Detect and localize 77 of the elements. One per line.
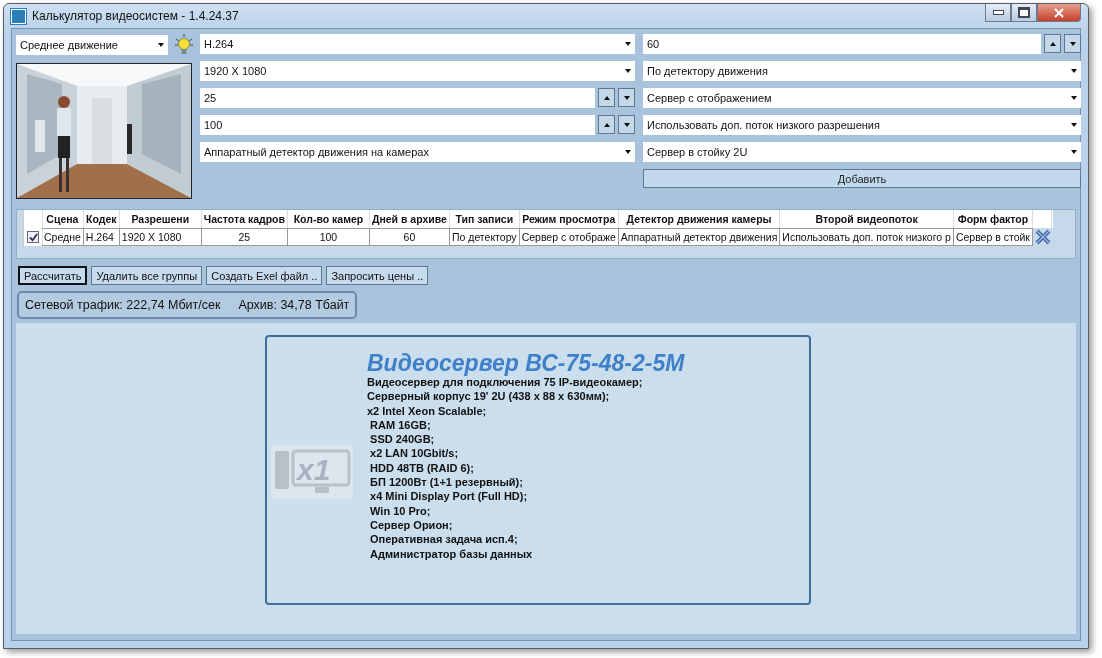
table-cell: 60 (369, 228, 450, 246)
column-header[interactable]: Сцена (42, 210, 84, 228)
column-header[interactable]: Кодек (83, 210, 120, 228)
action-button[interactable]: Создать Exel файл .. (206, 266, 323, 285)
spec-line: Серверный корпус 19' 2U (438 x 88 x 630мм); (367, 389, 611, 404)
column-header[interactable]: Форм фактор (953, 210, 1033, 228)
decrement-button[interactable] (618, 88, 635, 107)
decrement-button[interactable] (1064, 34, 1081, 53)
table-cell: Сервер в стойк (953, 228, 1033, 246)
table-cell: Средне (42, 228, 84, 246)
spec-line: x2 LAN 10Gbit/s; (369, 446, 460, 461)
table-cell: 100 (287, 228, 370, 246)
number-field[interactable]: 60 (643, 34, 1041, 54)
dropdown[interactable]: Сервер с отображением (643, 88, 1081, 108)
column-header[interactable]: Дней в архиве (369, 210, 450, 228)
column-header[interactable]: Тип записи (449, 210, 520, 228)
checkbox[interactable] (27, 231, 39, 243)
spec-line: HDD 48TB (RAID 6); (369, 460, 475, 476)
scene-dropdown[interactable]: Среднее движение (16, 35, 168, 55)
column-header[interactable]: Кол-во камер (287, 210, 370, 228)
spec-line: Win 10 Pro; (369, 503, 432, 518)
action-button[interactable]: Запросить цены .. (326, 266, 429, 285)
caret-icon (625, 69, 631, 73)
spec-line: x2 Intel Xeon Scalable; (367, 403, 488, 418)
maximize-button[interactable] (1011, 4, 1037, 22)
spec-line: Администратор базы данных (369, 546, 534, 561)
table-cell: Сервер с отображе (519, 228, 619, 246)
caret-icon (1071, 123, 1077, 127)
number-field[interactable]: 100 (200, 115, 595, 135)
table-cell: Аппаратный детектор движения (618, 228, 781, 246)
close-button[interactable] (1037, 4, 1081, 22)
caret-icon (1071, 96, 1077, 100)
dropdown[interactable]: H.264 (200, 34, 635, 54)
traffic-text: Сетевой трафик: 222,74 Мбит/сек (25, 298, 221, 312)
caret-icon (158, 43, 164, 47)
column-header[interactable]: Разрешени (119, 210, 202, 228)
dropdown[interactable]: Использовать доп. поток низкого разрешения (643, 115, 1081, 135)
spec-line: БП 1200Вт (1+1 резервный); (369, 475, 524, 490)
caret-icon (1071, 150, 1077, 154)
dropdown[interactable]: Сервер в стойку 2U (643, 142, 1081, 162)
delete-icon[interactable] (1032, 228, 1053, 246)
window-title: Калькулятор видеосистем - 1.4.24.37 (32, 9, 240, 23)
lightbulb-icon[interactable] (174, 34, 194, 56)
action-button[interactable]: Рассчитать (18, 266, 88, 285)
archive-text: Архив: 34,78 Тбайт (238, 298, 350, 312)
spec-line: SSD 240GB; (369, 432, 436, 447)
number-field[interactable]: 25 (200, 88, 595, 108)
table-cell: H.264 (83, 228, 120, 246)
caret-icon (625, 150, 631, 154)
column-header[interactable]: Частота кадров (201, 210, 288, 228)
spec-line: RAM 16GB; (369, 417, 432, 433)
action-button[interactable]: Удалить все группы (91, 266, 203, 285)
minimize-button[interactable] (985, 4, 1011, 22)
add-button[interactable]: Добавить (643, 169, 1081, 188)
increment-button[interactable] (598, 88, 615, 107)
table-cell: Использовать доп. поток низкого р (780, 228, 954, 246)
increment-button[interactable] (1044, 34, 1061, 53)
spec-line: x4 Mini Display Port (Full HD); (369, 489, 529, 504)
spec-line: Сервер Орион; (369, 517, 454, 533)
dropdown[interactable]: По детектору движения (643, 61, 1081, 81)
close-icon (1054, 7, 1064, 18)
column-header[interactable]: Второй видеопоток (780, 210, 954, 228)
spec-line: Оперативная задача исп.4; (369, 532, 519, 547)
increment-button[interactable] (598, 115, 615, 134)
dropdown[interactable]: Аппаратный детектор движения на камерах (200, 142, 635, 162)
table-cell: По детектору (449, 228, 520, 246)
dropdown[interactable]: 1920 X 1080 (200, 61, 635, 81)
column-header[interactable]: Детектор движения камеры (618, 210, 781, 228)
table-cell: 25 (201, 228, 288, 246)
spec-line: Видеосервер для подключения 75 IP-видеокамер; (367, 376, 644, 390)
product-title: Видеосервер ВС-75-48-2-5М (367, 351, 685, 375)
table-cell: 1920 X 1080 (119, 228, 202, 246)
caret-icon (625, 42, 631, 46)
decrement-button[interactable] (618, 115, 635, 134)
column-header[interactable]: Режим просмотра (519, 210, 619, 228)
app-icon (11, 8, 26, 24)
caret-icon (1071, 69, 1077, 73)
